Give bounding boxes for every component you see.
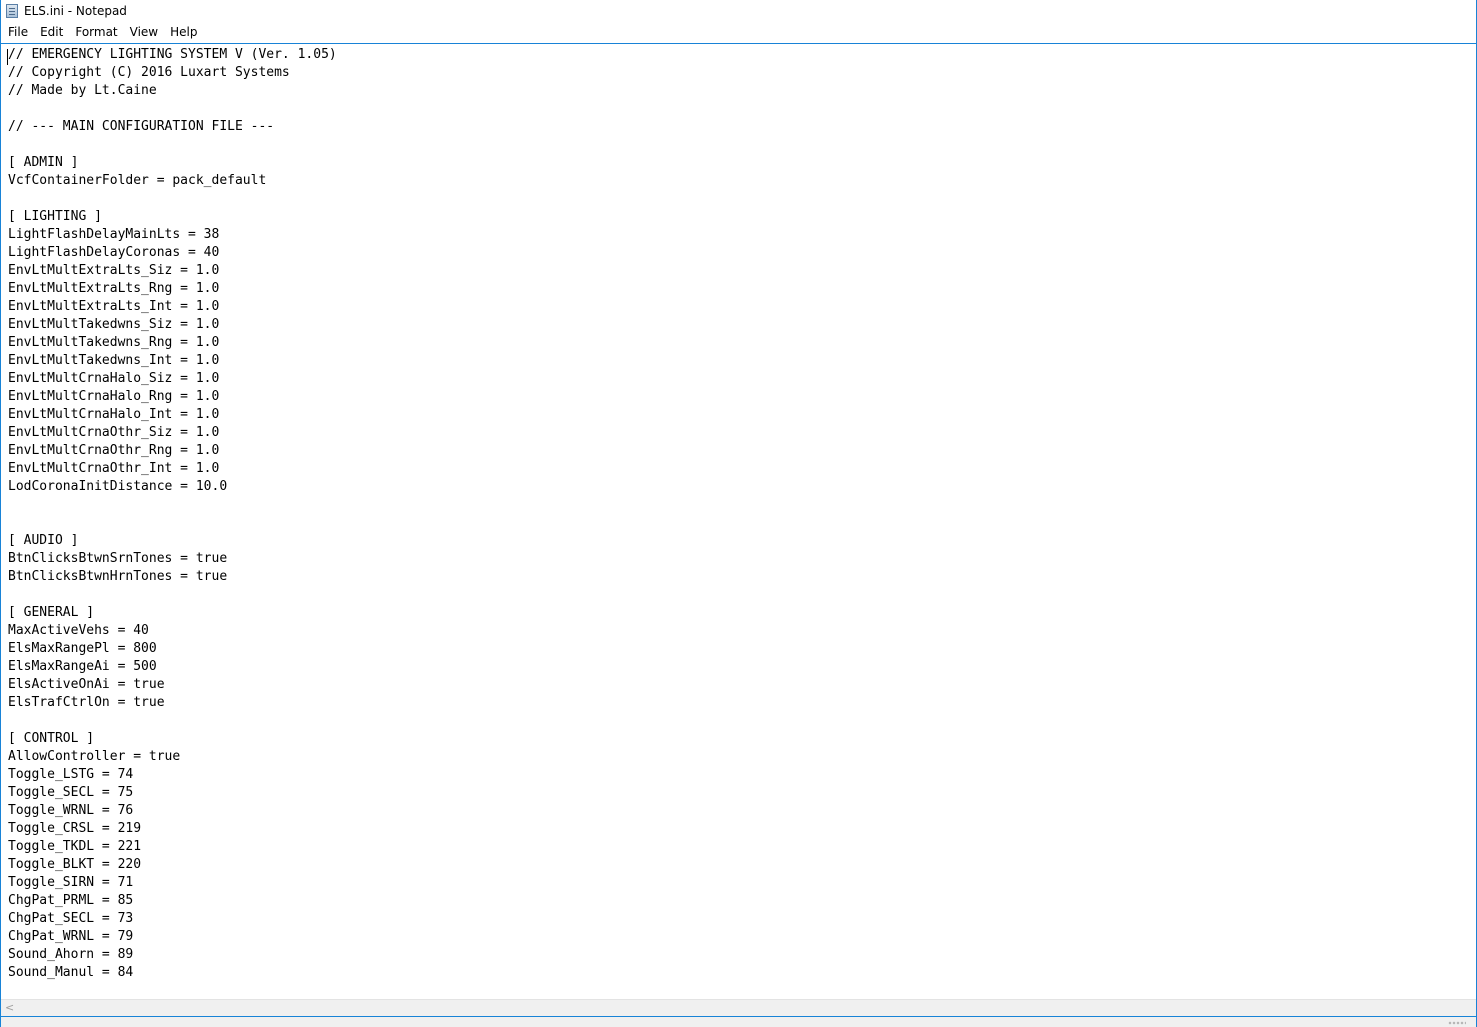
text-line[interactable]: [8, 514, 337, 532]
notepad-window: ELS.ini - Notepad File Edit Format View …: [0, 0, 1477, 1027]
menu-bar: File Edit Format View Help: [1, 23, 1476, 42]
text-line[interactable]: EnvLtMultCrnaOthr_Siz = 1.0: [8, 424, 337, 442]
horizontal-scrollbar[interactable]: <: [1, 999, 1476, 1016]
menu-file[interactable]: File: [1, 23, 34, 42]
text-line[interactable]: [ ADMIN ]: [8, 154, 337, 172]
menu-view[interactable]: View: [124, 23, 164, 42]
text-line[interactable]: [8, 712, 337, 730]
text-line[interactable]: LodCoronaInitDistance = 10.0: [8, 478, 337, 496]
text-line[interactable]: ElsMaxRangeAi = 500: [8, 658, 337, 676]
text-line[interactable]: // Made by Lt.Caine: [8, 82, 337, 100]
resize-grip-icon[interactable]: [1448, 1021, 1466, 1025]
text-line[interactable]: ElsTrafCtrlOn = true: [8, 694, 337, 712]
text-line[interactable]: MaxActiveVehs = 40: [8, 622, 337, 640]
text-line[interactable]: EnvLtMultExtraLts_Siz = 1.0: [8, 262, 337, 280]
text-line[interactable]: EnvLtMultCrnaHalo_Int = 1.0: [8, 406, 337, 424]
text-line[interactable]: EnvLtMultCrnaHalo_Siz = 1.0: [8, 370, 337, 388]
text-line[interactable]: ChgPat_WRNL = 79: [8, 928, 337, 946]
status-bar: [1, 1017, 1476, 1027]
editor-text[interactable]: // EMERGENCY LIGHTING SYSTEM V (Ver. 1.0…: [8, 46, 337, 982]
text-line[interactable]: // --- MAIN CONFIGURATION FILE ---: [8, 118, 337, 136]
text-line[interactable]: Toggle_SECL = 75: [8, 784, 337, 802]
text-line[interactable]: [ AUDIO ]: [8, 532, 337, 550]
title-bar[interactable]: ELS.ini - Notepad: [1, 0, 1476, 23]
text-line[interactable]: AllowController = true: [8, 748, 337, 766]
menu-format[interactable]: Format: [69, 23, 123, 42]
text-line[interactable]: [8, 586, 337, 604]
text-line[interactable]: EnvLtMultExtraLts_Rng = 1.0: [8, 280, 337, 298]
text-line[interactable]: Sound_Ahorn = 89: [8, 946, 337, 964]
text-line[interactable]: EnvLtMultCrnaHalo_Rng = 1.0: [8, 388, 337, 406]
text-line[interactable]: VcfContainerFolder = pack_default: [8, 172, 337, 190]
text-line[interactable]: // EMERGENCY LIGHTING SYSTEM V (Ver. 1.0…: [8, 46, 337, 64]
text-line[interactable]: // Copyright (C) 2016 Luxart Systems: [8, 64, 337, 82]
menu-edit[interactable]: Edit: [34, 23, 69, 42]
text-line[interactable]: Toggle_LSTG = 74: [8, 766, 337, 784]
text-line[interactable]: Sound_Manul = 84: [8, 964, 337, 982]
text-line[interactable]: [ LIGHTING ]: [8, 208, 337, 226]
window-title: ELS.ini - Notepad: [24, 4, 127, 18]
text-line[interactable]: BtnClicksBtwnHrnTones = true: [8, 568, 337, 586]
text-line[interactable]: ElsMaxRangePl = 800: [8, 640, 337, 658]
text-line[interactable]: EnvLtMultCrnaOthr_Rng = 1.0: [8, 442, 337, 460]
text-line[interactable]: EnvLtMultExtraLts_Int = 1.0: [8, 298, 337, 316]
menu-help[interactable]: Help: [164, 23, 203, 42]
text-line[interactable]: Toggle_CRSL = 219: [8, 820, 337, 838]
text-line[interactable]: Toggle_BLKT = 220: [8, 856, 337, 874]
text-line[interactable]: [ GENERAL ]: [8, 604, 337, 622]
text-line[interactable]: [8, 496, 337, 514]
text-line[interactable]: [8, 190, 337, 208]
text-line[interactable]: ChgPat_SECL = 73: [8, 910, 337, 928]
text-line[interactable]: ElsActiveOnAi = true: [8, 676, 337, 694]
notepad-icon: [6, 4, 18, 18]
text-line[interactable]: EnvLtMultTakedwns_Int = 1.0: [8, 352, 337, 370]
text-line[interactable]: Toggle_SIRN = 71: [8, 874, 337, 892]
text-line[interactable]: EnvLtMultTakedwns_Siz = 1.0: [8, 316, 337, 334]
text-line[interactable]: BtnClicksBtwnSrnTones = true: [8, 550, 337, 568]
text-line[interactable]: [8, 100, 337, 118]
text-line[interactable]: [8, 136, 337, 154]
text-line[interactable]: EnvLtMultTakedwns_Rng = 1.0: [8, 334, 337, 352]
text-editor-area[interactable]: // EMERGENCY LIGHTING SYSTEM V (Ver. 1.0…: [1, 43, 1476, 999]
scroll-left-arrow-icon[interactable]: <: [5, 1001, 14, 1014]
text-line[interactable]: ChgPat_PRML = 85: [8, 892, 337, 910]
text-line[interactable]: Toggle_TKDL = 221: [8, 838, 337, 856]
text-line[interactable]: LightFlashDelayCoronas = 40: [8, 244, 337, 262]
text-line[interactable]: LightFlashDelayMainLts = 38: [8, 226, 337, 244]
text-line[interactable]: EnvLtMultCrnaOthr_Int = 1.0: [8, 460, 337, 478]
text-line[interactable]: [ CONTROL ]: [8, 730, 337, 748]
text-line[interactable]: Toggle_WRNL = 76: [8, 802, 337, 820]
